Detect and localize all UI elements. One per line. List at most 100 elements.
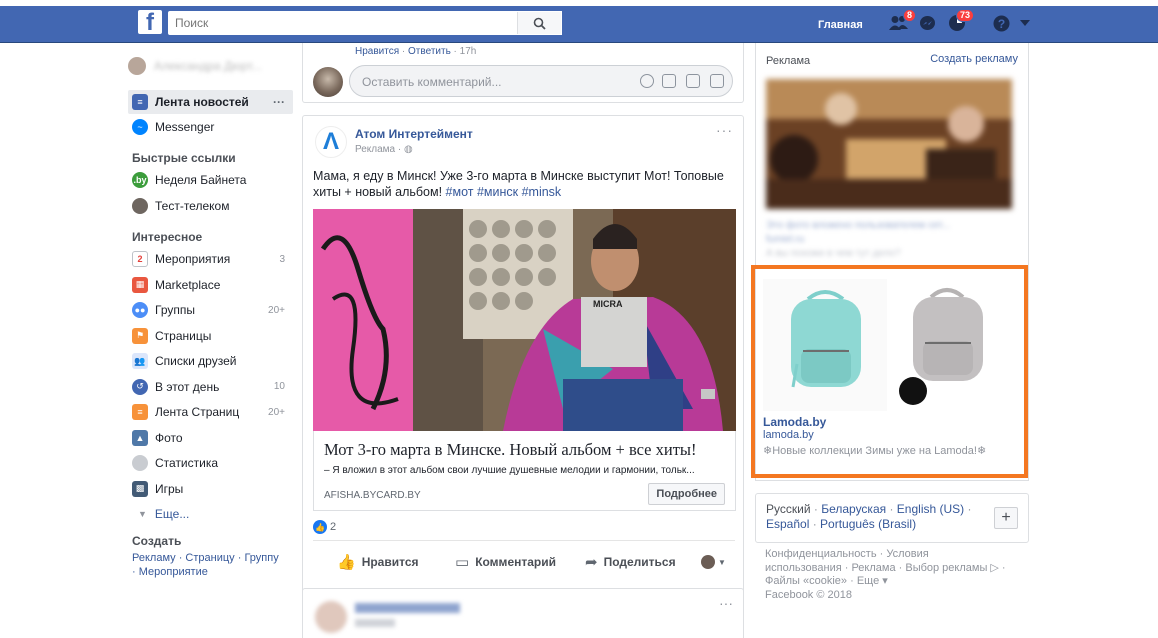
sidebar-item-news-feed[interactable]: ≡ Лента новостей ··· [128,90,293,114]
link-preview[interactable]: Мот 3-го марта в Минске. Новый альбом + … [313,431,736,511]
account-menu-button[interactable] [1018,13,1032,33]
sidebar-item-label: Мероприятия [155,252,231,267]
sponsored-label[interactable]: Реклама · ◍ [355,144,413,155]
sidebar-item-statistics[interactable]: Статистика [128,451,293,477]
sidebar-item-on-this-day[interactable]: ↺ В этот день 10 [128,374,293,400]
sidebar-item-label: Неделя Байнета [155,173,247,188]
sidebar-item-test-telecom[interactable]: Тест-телеком [128,193,293,219]
sidebar-item-friend-lists[interactable]: 👥 Списки друзей [128,349,293,375]
highlighted-ad[interactable]: Lamoda.by lamoda.by ❄Новые коллекции Зим… [751,265,1028,478]
friend-requests-badge: 8 [902,9,916,22]
ads-panel: Реклама Создать рекламу Это фото вложено… [751,43,1029,481]
language-list: Русский · Беларуская · English (US) · Es… [766,502,972,531]
sidebar-item-messenger[interactable]: ~ Messenger [128,114,293,140]
ad-title[interactable]: Lamoda.by [763,415,826,429]
post-options-icon[interactable]: ··· [719,595,733,611]
search-button[interactable] [517,12,561,34]
reaction-as-selector[interactable]: ▼ [701,548,726,576]
post-author[interactable]: Атом Интертеймент [355,127,473,141]
avatar [701,555,715,569]
sidebar-item-label: Фото [155,430,183,445]
sidebar-more-link[interactable]: ▼ Еще... [128,502,293,528]
caret-down-icon [1020,20,1030,26]
footer-line[interactable]: Файлы «cookie» · Еще ▾ [765,575,1027,589]
ad-backpacks-image[interactable] [763,279,1009,411]
footer-line[interactable]: Конфиденциальность · Условия [765,548,1027,562]
footer-links: Конфиденциальность · Условия использован… [765,548,1027,602]
more-options-icon[interactable]: ··· [273,95,285,109]
footer-line[interactable]: использования · Реклама · Выбор рекламы … [765,562,1027,576]
profile-link[interactable]: Александра Дюрт... [128,55,293,77]
share-label: Поделиться [603,555,676,569]
sidebar-item-games[interactable]: ▩ Игры [128,476,293,502]
comment-input[interactable]: Оставить комментарий... [349,65,733,97]
facebook-logo-icon[interactable]: f [138,10,162,35]
messenger-button[interactable] [916,13,938,33]
avatar [315,601,347,633]
search-input[interactable] [169,12,517,34]
sidebar-item-label: В этот день [155,379,220,394]
games-icon: ▩ [132,480,148,497]
link-title[interactable]: Мот 3-го марта в Минске. Новый альбом + … [324,440,697,460]
comment-button[interactable]: ▭ Комментарий [455,548,556,576]
share-arrow-icon: ➦ [585,554,598,571]
comment-label: Комментарий [475,555,556,569]
post-image[interactable]: MICRA [313,209,736,431]
sidebar-item-count: 3 [279,253,285,265]
friend-lists-icon: 👥 [132,353,148,370]
language-portuguese[interactable]: Português (Brasil) [820,517,916,531]
language-belarusian[interactable]: Беларуская [821,502,886,516]
reactions-summary[interactable]: 👍 2 [313,520,336,534]
camera-icon[interactable] [662,74,676,88]
sticker-icon[interactable] [710,74,724,88]
sidebar-item-pages[interactable]: ⚑ Страницы [128,323,293,349]
comment-reply-link[interactable]: Ответить [408,46,451,57]
group-avatar-icon [132,197,148,214]
groups-icon: ●● [132,302,148,319]
sidebar-item-label: Marketplace [155,277,221,292]
home-link[interactable]: Главная [818,19,863,31]
post-hashtags[interactable]: #мот #минск #minsk [446,185,562,199]
create-ad-link[interactable]: Рекламу [132,552,176,564]
sidebar-item-count: 20+ [268,304,285,316]
notifications-button[interactable]: 73 [946,9,974,33]
like-button[interactable]: 👍 Нравится [337,548,419,576]
sidebar-item-pages-feed[interactable]: ≡ Лента Страниц 20+ [128,400,293,426]
memories-icon: ↺ [132,378,148,395]
post-options-icon[interactable]: ··· [716,122,733,138]
ad-image-blurred[interactable] [766,79,1012,209]
sidebar-item-events[interactable]: 2 Мероприятия 3 [128,247,293,273]
ad-domain[interactable]: lamoda.by [763,429,814,441]
notifications-badge: 73 [955,9,974,22]
search-box[interactable] [168,11,562,35]
language-spanish[interactable]: Español [766,517,809,531]
language-english[interactable]: English (US) [897,502,964,516]
share-button[interactable]: ➦ Поделиться [585,548,676,576]
like-reaction-icon: 👍 [313,520,327,534]
sidebar-item-label: Списки друзей [155,354,237,369]
chevron-down-icon: ▼ [138,509,147,520]
sidebar-item-bynet-week[interactable]: .by Неделя Байнета [128,168,293,194]
sidebar-item-marketplace[interactable]: ▦ Marketplace [128,272,293,298]
sidebar-item-groups[interactable]: ●● Группы 20+ [128,298,293,324]
by-icon: .by [132,172,148,189]
sidebar-item-photos[interactable]: ▲ Фото [128,425,293,451]
help-button[interactable]: ? [990,13,1012,33]
language-current: Русский [766,502,811,516]
emoji-icon[interactable] [640,74,654,88]
sidebar-item-label: Лента новостей [155,95,249,109]
stats-icon [132,455,148,472]
create-event-link[interactable]: Мероприятие [139,566,208,578]
create-group-link[interactable]: Группу [244,552,278,564]
link-description: – Я вложил в этот альбом свои лучшие душ… [324,465,695,476]
comment-like-link[interactable]: Нравится [355,46,399,57]
create-page-link[interactable]: Страницу [185,552,234,564]
add-language-button[interactable]: + [994,507,1018,529]
friend-requests-button[interactable]: 8 [888,9,916,33]
atom-logo-icon[interactable]: Λ [315,126,347,158]
concert-photo: MICRA [313,209,736,431]
ad-text-blurred[interactable]: Это фото вложено пользователем сет... fum… [766,219,1016,261]
create-ad-link[interactable]: Создать рекламу [930,53,1018,65]
learn-more-button[interactable]: Подробнее [648,483,725,505]
gif-icon[interactable] [686,74,700,88]
